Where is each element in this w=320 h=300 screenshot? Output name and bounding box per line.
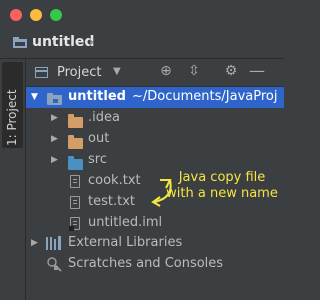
scratches-icon [47, 257, 62, 272]
expand-arrow-icon[interactable]: ▶ [51, 134, 58, 144]
tree-item-out[interactable] [26, 129, 284, 150]
text-file-icon [70, 196, 80, 209]
project-tool-tab-label: 1: Project [5, 89, 19, 146]
expand-arrow-icon[interactable]: ▶ [51, 155, 58, 165]
close-window-button[interactable] [10, 9, 22, 21]
tree-item-idea[interactable] [26, 108, 284, 129]
annotation-note: Java copy file with a new name [166, 170, 278, 201]
project-folder-icon [13, 37, 27, 48]
hide-panel-icon[interactable]: — [248, 61, 266, 80]
maximize-window-button[interactable] [50, 9, 62, 21]
expand-arrow-icon[interactable]: ▶ [51, 113, 58, 123]
chevron-right-icon: › [88, 32, 95, 51]
root-path: ~/Documents/JavaProj [132, 89, 278, 104]
window-titlebar [0, 0, 284, 30]
folder-icon [68, 114, 83, 128]
source-folder-icon [68, 156, 83, 170]
tree-item-label: test.txt [88, 194, 135, 209]
breadcrumb-project[interactable]: untitled [32, 34, 94, 50]
tree-item-src[interactable] [26, 150, 284, 171]
tree-item-label: External Libraries [68, 235, 183, 250]
minimize-window-button[interactable] [30, 9, 42, 21]
tree-item-label: Scratches and Consoles [68, 256, 224, 271]
chevron-down-icon[interactable]: ▼ [113, 66, 121, 77]
expand-arrow-icon[interactable]: ▼ [31, 92, 38, 102]
expand-arrow-icon[interactable]: ▶ [31, 238, 38, 248]
tree-item-label: .idea [88, 110, 120, 125]
gear-icon[interactable]: ⚙ [222, 63, 240, 79]
library-icon [46, 236, 61, 250]
tree-item-label: src [88, 152, 107, 167]
root-name: untitled [68, 89, 126, 104]
tree-item-label: out [88, 131, 110, 146]
project-view-icon [35, 67, 48, 78]
module-folder-icon [47, 93, 62, 105]
project-view-selector[interactable]: Project [57, 65, 101, 80]
module-file-badge [69, 226, 74, 231]
tree-item-label: cook.txt [88, 173, 141, 188]
locate-target-icon[interactable]: ⊕ [157, 63, 175, 79]
tree-item-label: untitled.iml [88, 215, 163, 230]
text-file-icon [70, 175, 80, 188]
folder-icon [68, 135, 83, 149]
collapse-all-icon[interactable]: ⇳ [185, 63, 203, 79]
